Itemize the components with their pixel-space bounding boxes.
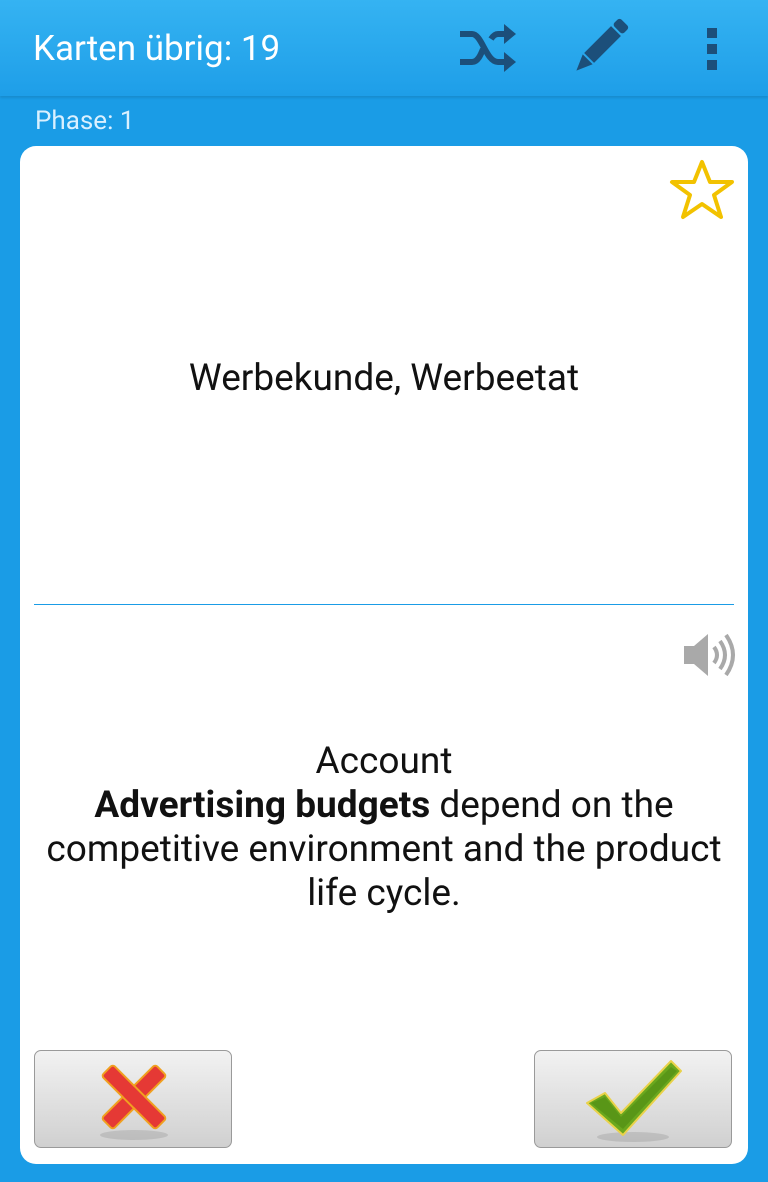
correct-button[interactable]	[534, 1050, 732, 1148]
answer-term: Account	[315, 740, 453, 783]
shuffle-icon[interactable]	[456, 20, 518, 76]
card-answer: Account Advertising budgets depend on th…	[28, 740, 740, 916]
wrong-button[interactable]	[34, 1050, 232, 1148]
action-bar: Karten übrig: 19	[0, 0, 768, 96]
cards-remaining-title: Karten übrig: 19	[33, 28, 281, 69]
overflow-menu-icon[interactable]	[690, 20, 734, 76]
card-divider	[34, 604, 734, 605]
flashcard[interactable]: Werbekunde, Werbeetat Account Advertisin…	[20, 146, 748, 1164]
answer-bold-phrase: Advertising budgets	[94, 784, 431, 827]
phase-label: Phase: 1	[35, 106, 135, 136]
pencil-icon[interactable]	[568, 18, 630, 78]
answer-sentence: Advertising budgets depend on the compet…	[28, 784, 740, 916]
green-check-icon	[586, 1060, 682, 1142]
star-outline-icon[interactable]	[668, 158, 736, 222]
red-x-icon	[100, 1064, 168, 1140]
card-question: Werbekunde, Werbeetat	[188, 357, 580, 400]
speaker-icon[interactable]	[680, 630, 738, 680]
